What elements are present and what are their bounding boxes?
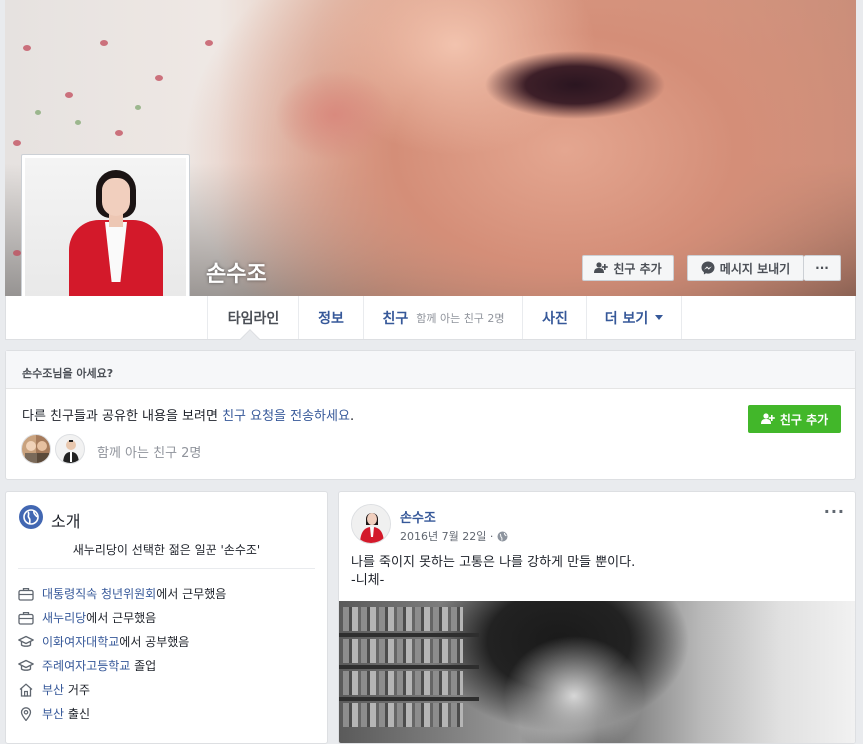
add-friend-button[interactable]: 친구 추가	[582, 255, 674, 281]
globe-icon	[19, 505, 43, 529]
tab-friends-mutual-count: 함께 아는 친구 2명	[416, 311, 505, 325]
intro-item-text: 졸업	[130, 659, 157, 673]
intro-item-education: 주례여자고등학교 졸업	[18, 657, 156, 674]
add-friend-label: 친구 추가	[613, 261, 662, 276]
post-options-button[interactable]: ···	[824, 502, 845, 521]
intro-item-education: 이화여자대학교에서 공부했음	[18, 633, 189, 650]
profile-tab-bar: 타임라인 정보 친구 함께 아는 친구 2명 사진 더 보기	[5, 296, 856, 340]
do-you-know-title: 손수조님을 아세요?	[6, 351, 855, 389]
post-author-avatar[interactable]	[351, 504, 391, 544]
intro-link-workplace[interactable]: 새누리당	[42, 611, 86, 625]
post-body: 나를 죽이지 못하는 고통은 나를 강하게 만들 뿐이다. -니체-	[351, 554, 635, 590]
intro-item-text: 에서 근무했음	[156, 587, 227, 601]
intro-card: 소개 새누리당이 선택한 젊은 일꾼 '손수조' 대통령직속 청년위원회에서 근…	[5, 491, 328, 744]
intro-title: 소개	[51, 512, 81, 531]
mutual-friend-avatar[interactable]	[55, 434, 85, 464]
add-friend-icon	[760, 413, 775, 424]
caret-down-icon	[655, 315, 664, 320]
intro-link-workplace[interactable]: 대통령직속 청년위원회	[42, 587, 156, 601]
tab-about-label: 정보	[318, 310, 344, 327]
intro-item-work: 대통령직속 청년위원회에서 근무했음	[18, 585, 226, 602]
tab-timeline-label: 타임라인	[227, 310, 280, 327]
post-timestamp[interactable]: 2016년 7월 22일 ·	[400, 528, 508, 544]
graduation-cap-icon	[18, 635, 34, 647]
globe-public-icon	[497, 531, 508, 541]
add-friend-icon	[594, 262, 609, 273]
message-period: .	[349, 409, 355, 424]
tab-photos[interactable]: 사진	[522, 296, 587, 339]
intro-item-lives-in: 부산 거주	[18, 681, 90, 698]
tab-friends[interactable]: 친구 함께 아는 친구 2명	[363, 296, 523, 339]
intro-link-school[interactable]: 주례여자고등학교	[42, 659, 130, 673]
message-button[interactable]: 메시지 보내기	[687, 255, 804, 281]
timeline-post: 손수조 2016년 7월 22일 · ··· 나를 죽이지 못하는 고통은 나를…	[338, 491, 856, 744]
post-text-line: 나를 죽이지 못하는 고통은 나를 강하게 만들 뿐이다.	[351, 555, 636, 570]
home-icon	[19, 683, 33, 697]
intro-link-city[interactable]: 부산	[42, 707, 64, 721]
intro-item-text: 거주	[64, 683, 90, 697]
mutual-friend-avatar[interactable]	[21, 434, 51, 464]
intro-item-text: 에서 근무했음	[86, 611, 157, 625]
intro-link-city[interactable]: 부산	[42, 683, 64, 697]
intro-item-hometown: 부산 출신	[18, 705, 90, 722]
post-photo[interactable]	[339, 601, 855, 743]
send-friend-request-link[interactable]: 친구 요청을 전송하세요	[222, 409, 350, 424]
post-date-text: 2016년 7월 22일 ·	[400, 530, 494, 543]
post-text-line: -니체-	[351, 573, 385, 588]
graduation-cap-icon	[18, 659, 34, 671]
briefcase-icon	[18, 587, 34, 601]
divider	[18, 568, 315, 569]
add-friend-green-button[interactable]: 친구 추가	[748, 405, 841, 433]
intro-bio: 새누리당이 선택한 젊은 일꾼 '손수조'	[72, 543, 261, 557]
tab-photos-label: 사진	[542, 310, 568, 327]
tab-more-label: 더 보기	[604, 310, 649, 327]
tab-more[interactable]: 더 보기	[586, 296, 682, 339]
intro-item-text: 출신	[64, 707, 90, 721]
intro-item-work: 새누리당에서 근무했음	[18, 609, 156, 626]
more-dots-icon: ···	[815, 261, 829, 275]
briefcase-icon	[18, 611, 34, 625]
add-friend-green-label: 친구 추가	[779, 412, 829, 427]
messenger-icon	[701, 261, 715, 275]
profile-name: 손수조	[206, 262, 267, 287]
post-author-name[interactable]: 손수조	[400, 507, 436, 526]
more-options-button[interactable]: ···	[804, 255, 841, 281]
tab-friends-label: 친구	[382, 310, 409, 327]
mutual-friends-count[interactable]: 함께 아는 친구 2명	[97, 442, 201, 461]
message-text: 다른 친구들과 공유한 내용을 보려면	[22, 409, 223, 424]
tab-about[interactable]: 정보	[298, 296, 363, 339]
do-you-know-message: 다른 친구들과 공유한 내용을 보려면 친구 요청을 전송하세요.	[22, 405, 354, 424]
do-you-know-card: 손수조님을 아세요? 다른 친구들과 공유한 내용을 보려면 친구 요청을 전송…	[5, 350, 856, 480]
intro-link-school[interactable]: 이화여자대학교	[42, 635, 119, 649]
message-label: 메시지 보내기	[719, 261, 791, 276]
intro-item-text: 에서 공부했음	[119, 635, 190, 649]
location-pin-icon	[20, 706, 32, 721]
